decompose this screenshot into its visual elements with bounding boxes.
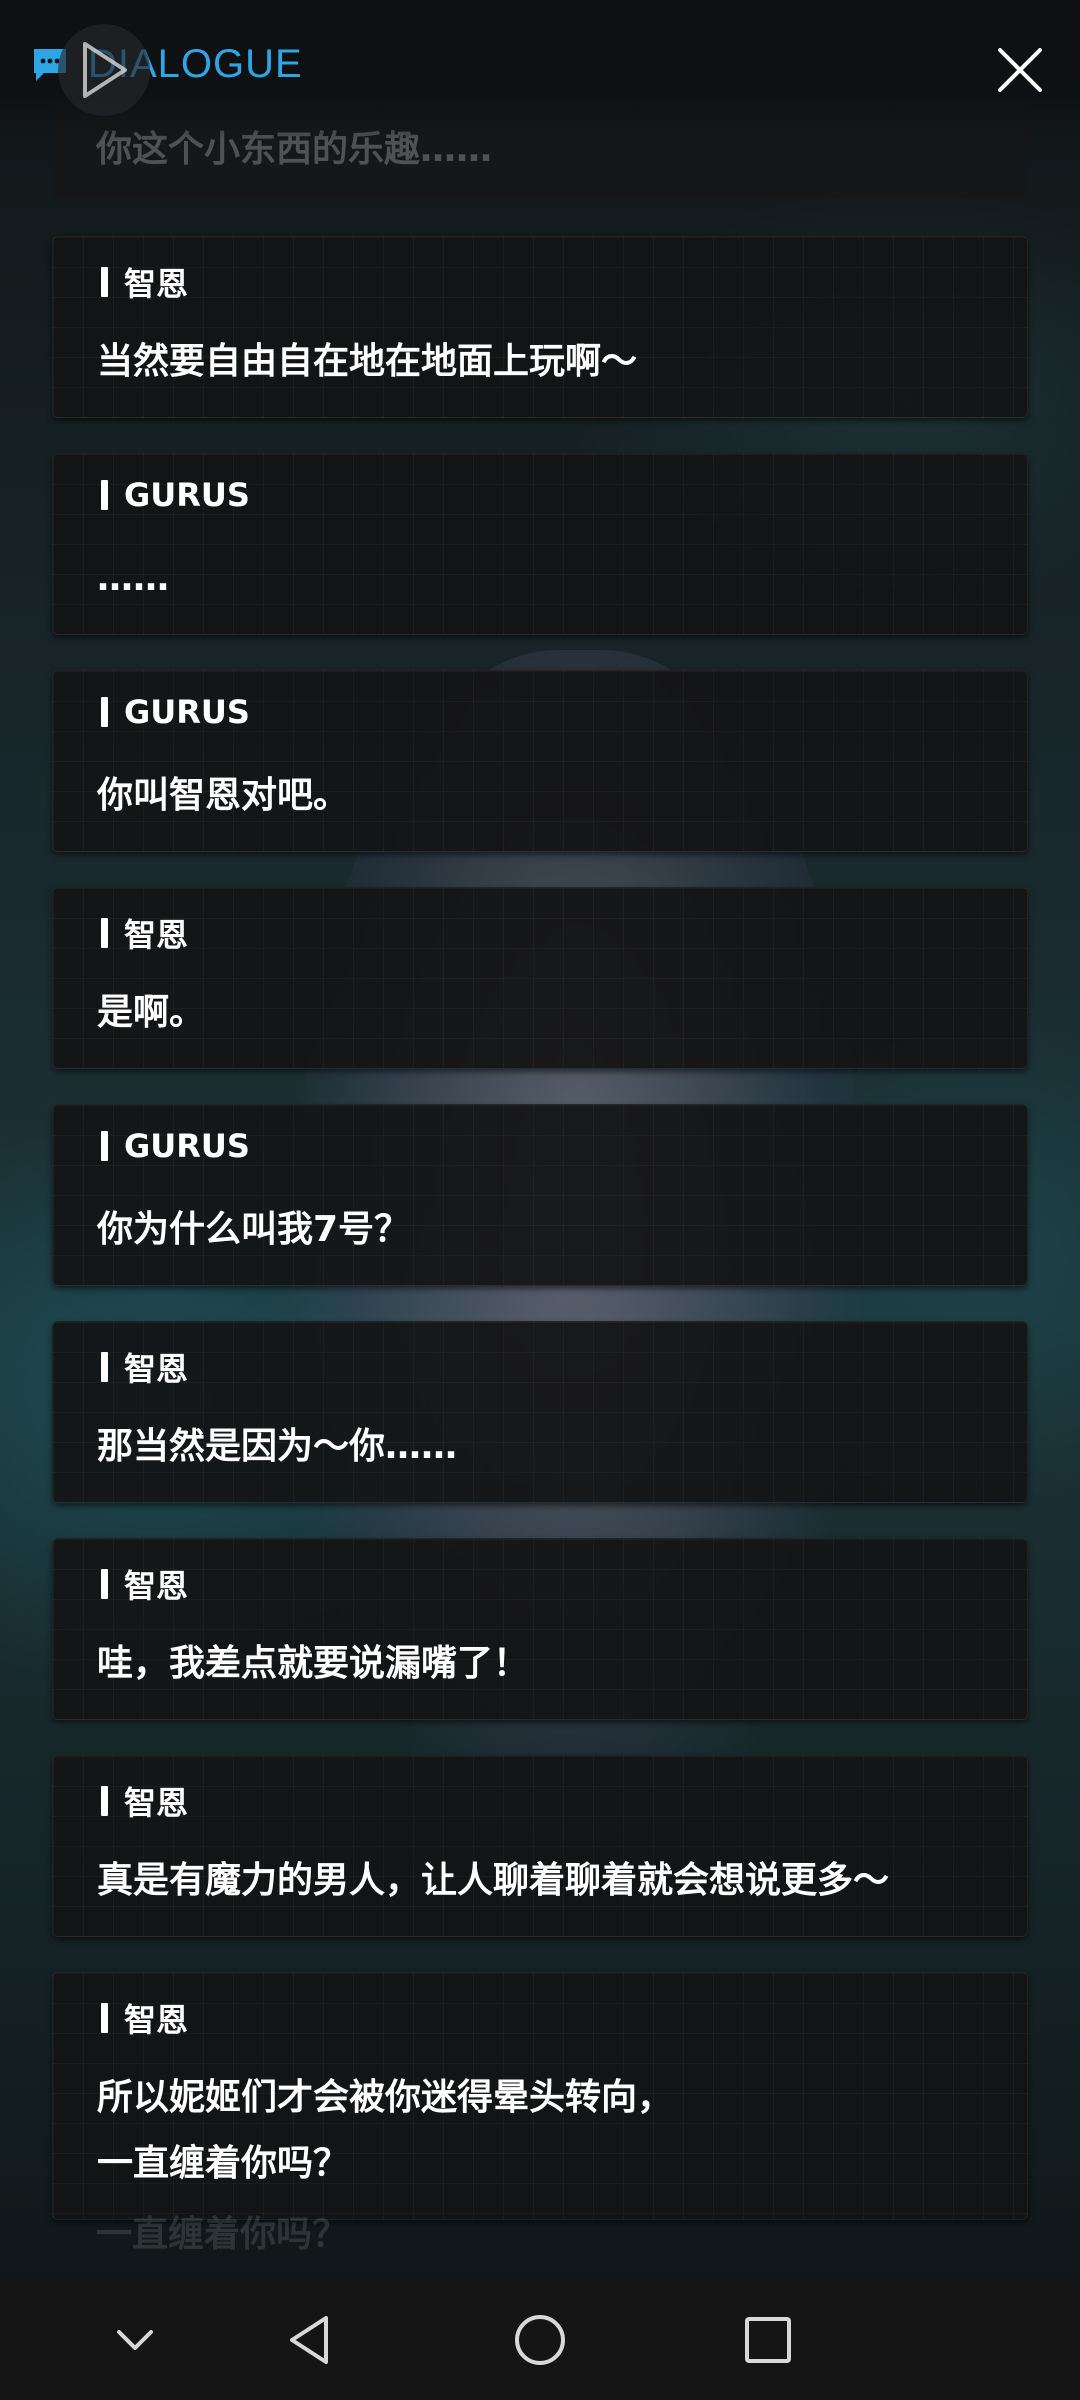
speaker-name: 智恩 <box>124 1567 189 1605</box>
speaker-label: 智恩 <box>101 1344 188 1390</box>
dialogue-text: 你为什么叫我7号？ <box>97 1209 411 1250</box>
dialogue-text: 是啊。 <box>97 992 206 1033</box>
dialogue-card: GURUS 你为什么叫我7号？ <box>52 1104 1028 1286</box>
speaker-marker <box>101 918 108 948</box>
speaker-name: 智恩 <box>124 265 189 303</box>
home-circle-icon <box>515 2315 565 2365</box>
speaker-label: GURUS <box>101 476 250 514</box>
dialogue-text: 真是有魔力的男人，让人聊着聊着就会想说更多～ <box>97 1860 890 1901</box>
dialogue-card: 智恩 当然要自由自在地在地面上玩啊～ <box>52 236 1028 418</box>
dialogue-list[interactable]: 智恩 当然要自由自在地在地面上玩啊～ GURUS …… GURUS 你叫智恩对吧… <box>52 0 1028 2280</box>
dialogue-text: 当然要自由自在地在地面上玩啊～ <box>97 341 638 382</box>
dialogue-card: 智恩 那当然是因为～你…… <box>52 1321 1028 1503</box>
dialogue-card: 智恩 哇，我差点就要说漏嘴了！ <box>52 1538 1028 1720</box>
home-button[interactable] <box>500 2300 580 2380</box>
speaker-name: GURUS <box>124 476 250 514</box>
speaker-marker <box>101 1352 108 1382</box>
dialogue-text: 那当然是因为～你…… <box>97 1426 458 1467</box>
speaker-label: 智恩 <box>101 1561 188 1607</box>
speaker-marker <box>101 1786 108 1816</box>
system-nav-bar <box>0 2280 1080 2400</box>
play-icon <box>83 42 127 98</box>
dialogue-header: DIALOGUE <box>0 0 1080 140</box>
speaker-name: GURUS <box>124 1127 250 1165</box>
speaker-marker <box>101 480 108 510</box>
speaker-name: 智恩 <box>124 1350 189 1388</box>
dialogue-card: GURUS …… <box>52 453 1028 635</box>
dialogue-card: 智恩 真是有魔力的男人，让人聊着聊着就会想说更多～ <box>52 1755 1028 1937</box>
speaker-marker <box>101 267 108 297</box>
dialogue-text: …… <box>97 558 169 599</box>
play-button[interactable] <box>58 24 150 116</box>
dialogue-screen: 你这个小东西的乐趣…… 智恩 当然要自由自在地在地面上玩啊～ GURUS …… … <box>0 0 1080 2400</box>
speaker-name: 智恩 <box>124 1784 189 1822</box>
back-button[interactable] <box>270 2300 350 2380</box>
speaker-label: GURUS <box>101 693 250 731</box>
dialogue-text: 哇，我差点就要说漏嘴了！ <box>97 1643 530 1684</box>
speaker-marker <box>101 697 108 727</box>
speaker-label: GURUS <box>101 1127 250 1165</box>
speaker-name: 智恩 <box>124 2001 189 2039</box>
speaker-label: 智恩 <box>101 910 188 956</box>
chevron-down-icon <box>117 2330 153 2350</box>
close-icon <box>998 48 1042 92</box>
close-button[interactable] <box>990 40 1050 100</box>
dialogue-text: 你叫智恩对吧。 <box>97 775 350 816</box>
speaker-label: 智恩 <box>101 259 188 305</box>
back-triangle-icon <box>290 2316 328 2364</box>
speaker-marker <box>101 1569 108 1599</box>
dialogue-card: GURUS 你叫智恩对吧。 <box>52 670 1028 852</box>
speaker-marker <box>101 1131 108 1161</box>
speaker-label: 智恩 <box>101 1778 188 1824</box>
dialogue-card: 智恩 是啊。 <box>52 887 1028 1069</box>
dialogue-text: 所以妮姬们才会被你迷得晕头转向， 一直缠着你吗？ <box>97 2077 674 2184</box>
dialogue-text-partial: 一直缠着你吗？ <box>96 2214 349 2255</box>
speaker-name: GURUS <box>124 693 250 731</box>
recents-button[interactable] <box>728 2300 808 2380</box>
speaker-label: 智恩 <box>101 1995 188 2041</box>
speaker-marker <box>101 2003 108 2033</box>
speaker-name: 智恩 <box>124 916 189 954</box>
hide-keyboard-button[interactable] <box>95 2300 175 2380</box>
recents-square-icon <box>745 2317 791 2363</box>
dialogue-card: 智恩 所以妮姬们才会被你迷得晕头转向， 一直缠着你吗？ <box>52 1972 1028 2220</box>
